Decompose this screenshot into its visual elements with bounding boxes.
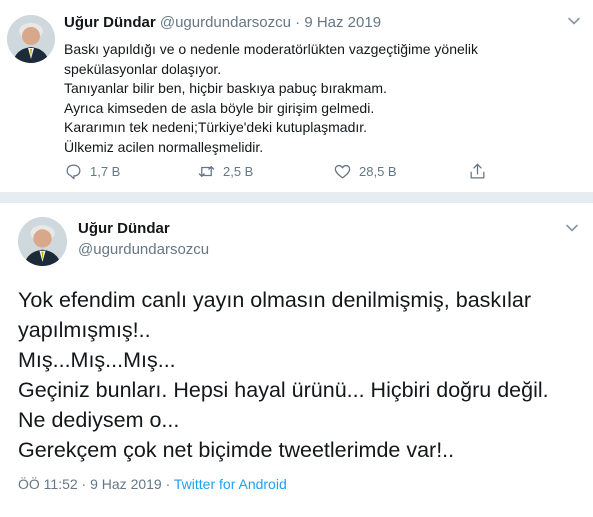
- avatar[interactable]: [7, 15, 55, 63]
- tweet-text-line: Ülkemiz acilen normalleşmelidir.: [64, 138, 264, 155]
- tweet-text-line: Ayrıca kimseden de asla böyle bir girişi…: [64, 99, 375, 116]
- reply-count: 1,7 B: [90, 164, 121, 179]
- author-handle[interactable]: @ugurdundarsozcu: [160, 14, 291, 31]
- tweet-text-line: spekülasyonlar dolaşıyor.: [64, 60, 222, 77]
- retweet-count: 2,5 B: [223, 164, 254, 179]
- retweet-button[interactable]: 2,5 B: [197, 162, 253, 181]
- avatar-photo: [7, 15, 55, 63]
- tweet-card-1[interactable]: Uğur Dündar @ugurdundarsozcu · 9 Haz 201…: [0, 0, 593, 193]
- tweet-text-line: Geçiniz bunları. Hepsi hayal ürünü... Hi…: [18, 378, 549, 402]
- tweet-footer: ÖÖ 11:52 · 9 Haz 2019 · Twitter for Andr…: [18, 476, 287, 492]
- retweet-icon: [198, 166, 215, 177]
- share-button[interactable]: [468, 162, 487, 181]
- author-handle[interactable]: @ugurdundarsozcu: [78, 241, 209, 258]
- share-icon: [470, 163, 485, 179]
- tweet-text-line: yapılmışmış!..: [18, 318, 151, 342]
- tweet-source-link[interactable]: Twitter for Android: [174, 476, 287, 492]
- heart-icon: [334, 164, 351, 179]
- author-name[interactable]: Uğur Dündar: [64, 14, 156, 31]
- avatar-photo: [18, 217, 67, 266]
- tweet-text-line: Kararımın tek nedeni;Türkiye'deki kutupl…: [64, 119, 368, 135]
- tweet-actions: 1,7 B 2,5 B 28,5 B: [64, 162, 504, 184]
- reply-button[interactable]: 1,7 B: [64, 162, 120, 181]
- reply-icon: [66, 164, 81, 180]
- tweet-date[interactable]: 9 Haz 2019: [304, 14, 381, 31]
- tweet-text-line: Yok efendim canlı yayın olmasın denilmiş…: [18, 288, 532, 312]
- tweet-header: Uğur Dündar @ugurdundarsozcu · 9 Haz 201…: [64, 14, 381, 31]
- tweet-card-2[interactable]: Uğur Dündar @ugurdundarsozcu Yok efendim…: [0, 203, 593, 517]
- avatar[interactable]: [18, 217, 67, 266]
- like-count: 28,5 B: [359, 164, 397, 179]
- tweet-text-line: Baskı yapıldığı ve o nedenle moderatörlü…: [64, 41, 479, 57]
- tweet-text: Yok efendim canlı yayın olmasın denilmiş…: [18, 285, 588, 465]
- like-button[interactable]: 28,5 B: [333, 162, 397, 181]
- author-name[interactable]: Uğur Dündar: [78, 220, 170, 237]
- tweet-text-line: Ne dediysem o...: [18, 408, 180, 432]
- meta-separator: ·: [290, 14, 305, 31]
- tweet-text-line: Gerekçem çok net biçimde tweetlerimde va…: [18, 438, 455, 462]
- tweet-text-line: Mış...Mış...Mış...: [18, 348, 176, 372]
- tweet-timestamp[interactable]: ÖÖ 11:52 · 9 Haz 2019 ·: [18, 476, 174, 492]
- chevron-down-icon[interactable]: [565, 221, 579, 235]
- chevron-down-icon[interactable]: [567, 14, 581, 28]
- tweet-text: Baskı yapıldığı ve o nedenle moderatörlü…: [64, 40, 564, 157]
- tweet-text-line: Tanıyanlar bilir ben, hiçbir baskıya pab…: [64, 80, 387, 96]
